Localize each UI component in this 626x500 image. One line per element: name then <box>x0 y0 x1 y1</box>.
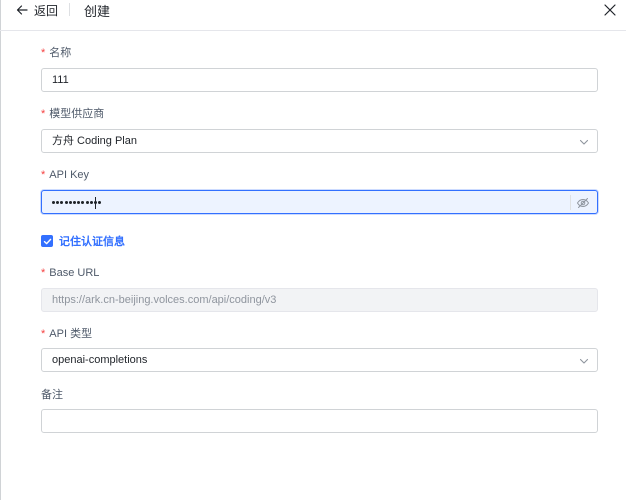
provider-select-value: 方舟 Coding Plan <box>52 135 137 147</box>
back-label: 返回 <box>34 3 59 18</box>
password-dot <box>68 201 72 204</box>
name-label: * 名称 <box>41 47 72 59</box>
api-type-label: * API 类型 <box>41 328 93 340</box>
required-mark: * <box>41 47 46 59</box>
remember-credentials-label: 记住认证信息 <box>59 236 125 248</box>
password-dot <box>64 201 68 204</box>
close-icon <box>604 4 616 16</box>
api-key-input[interactable] <box>41 190 598 214</box>
chevron-down-icon <box>579 358 589 364</box>
eye-off-icon[interactable] <box>576 196 590 210</box>
password-dot <box>52 201 55 204</box>
close-button[interactable] <box>603 3 617 17</box>
password-dot <box>56 201 60 204</box>
back-button[interactable]: 返回 <box>16 2 58 18</box>
name-input[interactable]: 111 <box>41 68 598 92</box>
required-mark: * <box>41 108 46 120</box>
api-key-label: * API Key <box>41 169 90 181</box>
password-dot <box>60 201 64 204</box>
check-icon <box>43 238 51 244</box>
password-dot <box>98 201 102 204</box>
api-type-select-value: openai-completions <box>52 354 148 366</box>
required-mark: * <box>41 169 46 181</box>
base-url-input: https://ark.cn-beijing.volces.com/api/co… <box>41 288 598 312</box>
required-mark: * <box>41 328 46 340</box>
header-divider <box>69 3 70 16</box>
text-caret <box>95 197 96 209</box>
provider-select[interactable]: 方舟 Coding Plan <box>41 129 598 153</box>
panel-left-border <box>0 0 1 500</box>
base-url-placeholder: https://ark.cn-beijing.volces.com/api/co… <box>52 294 277 306</box>
password-dot <box>72 201 76 204</box>
page-title: 创建 <box>84 4 111 19</box>
drawer-header: 返回 创建 <box>0 0 626 31</box>
provider-label: * 模型供应商 <box>41 108 105 120</box>
chevron-down-icon <box>579 139 589 145</box>
name-input-value: 111 <box>52 74 69 86</box>
remember-credentials-checkbox[interactable]: 记住认证信息 <box>41 233 125 249</box>
checkbox-checked[interactable] <box>41 235 53 247</box>
arrow-left-icon <box>16 5 28 15</box>
input-divider <box>570 195 571 210</box>
password-dot <box>77 201 81 204</box>
password-dot <box>85 201 89 204</box>
notes-input[interactable] <box>41 409 598 433</box>
password-dot <box>81 201 85 204</box>
api-type-select[interactable]: openai-completions <box>41 348 598 372</box>
notes-label: 备注 <box>41 389 63 401</box>
required-mark: * <box>41 267 46 279</box>
password-dot <box>89 201 93 204</box>
base-url-label: * Base URL <box>41 267 100 279</box>
